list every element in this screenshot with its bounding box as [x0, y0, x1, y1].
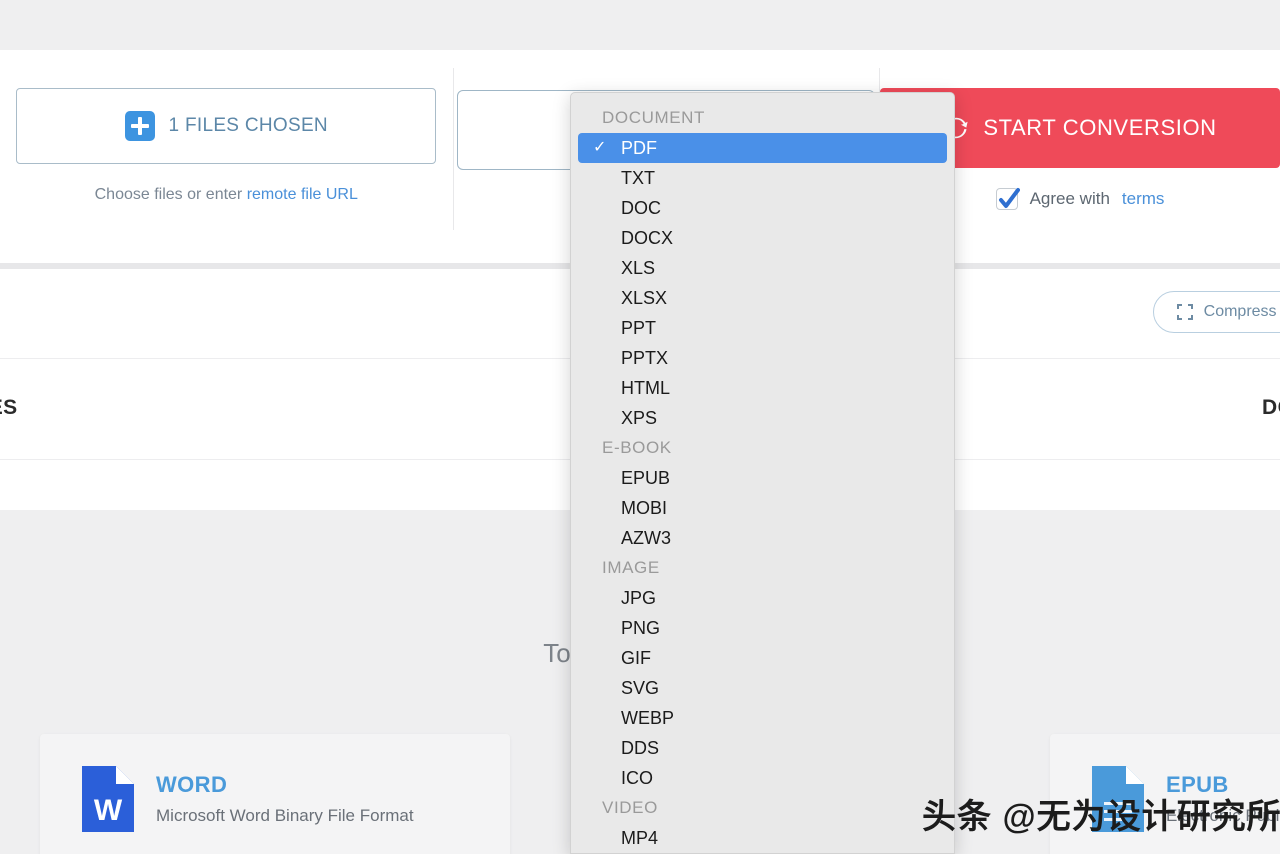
checkmark-icon: [998, 188, 1020, 208]
output-format-dropdown-menu[interactable]: DOCUMENT ✓ PDF TXT DOC DOCX XLS XLSX PPT PPTX HTML…: [570, 92, 955, 854]
agree-terms-checkbox[interactable]: [995, 188, 1020, 210]
file-chooser-cell: 1 FILES CHOSEN Choose files or enter rem…: [0, 50, 453, 248]
dropdown-option-dds[interactable]: DDS: [571, 733, 954, 763]
top-gray-strip: [0, 0, 1280, 50]
remote-file-url-link[interactable]: remote file URL: [247, 186, 358, 203]
choose-files-button[interactable]: 1 FILES CHOSEN: [16, 88, 437, 164]
dropdown-group-e-book: E-BOOK: [602, 438, 672, 457]
dropdown-group-document: DOCUMENT: [602, 108, 706, 127]
format-card-word[interactable]: W WORD Microsoft Word Binary File Format: [40, 734, 510, 854]
dropdown-option-pptx[interactable]: PPTX: [571, 343, 954, 373]
dropdown-option-epub[interactable]: EPUB: [571, 463, 954, 493]
dropdown-option-html[interactable]: HTML: [571, 373, 954, 403]
dropdown-option-doc[interactable]: DOC: [571, 193, 954, 223]
dropdown-option-docx[interactable]: DOCX: [571, 223, 954, 253]
column-header-download: DOWNLOAD: [1262, 396, 1280, 419]
dropdown-option-xps[interactable]: XPS: [571, 403, 954, 433]
dropdown-option-mp4[interactable]: MP4: [571, 823, 954, 853]
dropdown-option-webp[interactable]: WEBP: [571, 703, 954, 733]
compress-icon: [1176, 304, 1193, 320]
dropdown-option-pdf[interactable]: ✓ PDF: [578, 133, 947, 163]
dropdown-option-mobi[interactable]: MOBI: [571, 493, 954, 523]
agree-terms-row: Agree with terms: [995, 188, 1165, 210]
word-document-icon: W: [82, 766, 134, 832]
watermark-text: 头条 @无为设计研究所: [922, 798, 1280, 836]
plus-square-icon: [124, 111, 155, 141]
terms-link[interactable]: terms: [1122, 189, 1165, 209]
start-conversion-label: START CONVERSION: [983, 115, 1217, 140]
dropdown-group-image: IMAGE: [602, 558, 660, 577]
dropdown-option-xls[interactable]: XLS: [571, 253, 954, 283]
check-icon: ✓: [593, 139, 607, 156]
dropdown-group-video: VIDEO: [602, 798, 658, 817]
compress-all-label: Compress all: [1203, 303, 1280, 320]
dropdown-option-ppt[interactable]: PPT: [571, 313, 954, 343]
choose-files-hint: Choose files or enter remote file URL: [95, 186, 358, 204]
compress-all-button[interactable]: Compress all: [1152, 291, 1280, 333]
dropdown-option-xlsx[interactable]: XLSX: [571, 283, 954, 313]
format-card-word-description: Microsoft Word Binary File Format: [156, 806, 414, 825]
svg-text:W: W: [94, 794, 123, 827]
dropdown-option-svg[interactable]: SVG: [571, 673, 954, 703]
choose-files-label: 1 FILES CHOSEN: [168, 115, 328, 136]
page-root: 1 FILES CHOSEN Choose files or enter rem…: [0, 0, 1280, 854]
format-card-word-name: WORD: [156, 772, 228, 797]
dropdown-option-png[interactable]: PNG: [571, 613, 954, 643]
dropdown-option-txt[interactable]: TXT: [571, 163, 954, 193]
choose-files-hint-text: Choose files or enter: [94, 186, 247, 203]
column-header-files: FILES: [0, 396, 18, 419]
agree-terms-text: Agree with: [1029, 189, 1110, 208]
dropdown-option-ico[interactable]: ICO: [571, 763, 954, 793]
dropdown-option-gif[interactable]: GIF: [571, 643, 954, 673]
dropdown-option-azw3[interactable]: AZW3: [571, 523, 954, 553]
dropdown-option-jpg[interactable]: JPG: [571, 583, 954, 613]
